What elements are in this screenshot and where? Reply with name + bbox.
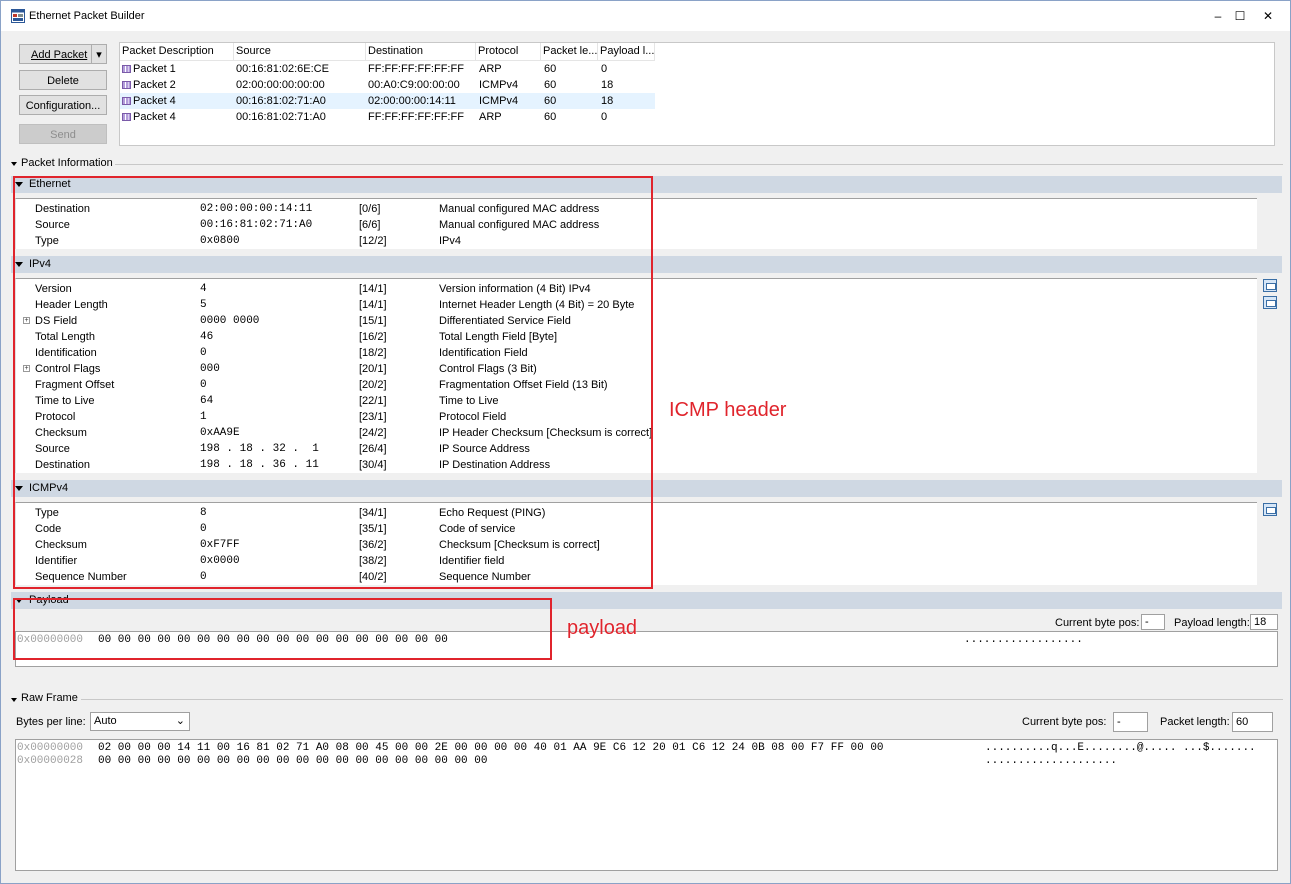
icmp-header-highlight [13, 176, 653, 589]
raw-current-byte-pos-field[interactable]: - [1113, 712, 1148, 732]
packet-list[interactable]: Packet Description Source Destination Pr… [119, 42, 1275, 146]
packet-length: 60 [544, 111, 557, 123]
packet-protocol: ICMPv4 [479, 79, 519, 91]
title-bar: Ethernet Packet Builder – ☐ ✕ [1, 1, 1290, 31]
payload-length: 18 [601, 95, 614, 107]
payload-annotation: payload [567, 617, 638, 639]
packet-description: Packet 4 [133, 95, 176, 107]
packet-icon [122, 81, 131, 89]
packet-protocol: ARP [479, 63, 502, 75]
close-button[interactable]: ✕ [1256, 7, 1280, 25]
packet-description: Packet 2 [133, 79, 176, 91]
icmp-header-annotation: ICMP header [669, 399, 787, 421]
packet-source: 00:16:81:02:71:A0 [236, 95, 326, 107]
raw-hex-line[interactable]: 00 00 00 00 00 00 00 00 00 00 00 00 00 0… [98, 755, 487, 767]
app-window: Ethernet Packet Builder – ☐ ✕ Add Packet… [0, 0, 1291, 884]
delete-button[interactable]: Delete [19, 70, 107, 90]
packet-protocol: ICMPv4 [479, 95, 519, 107]
view-icon[interactable] [1263, 503, 1277, 516]
bytes-per-line-value: Auto [94, 715, 117, 727]
collapse-packet-info-icon[interactable] [11, 162, 17, 166]
packet-length: 60 [544, 63, 557, 75]
divider [81, 699, 1283, 700]
col-payload-length[interactable]: Payload l... [598, 43, 655, 60]
add-packet-label: Add Packet [31, 49, 88, 61]
raw-offset: 0x00000028 [17, 755, 84, 767]
raw-offset: 0x00000000 [17, 742, 84, 754]
raw-ascii-line[interactable]: ..........q...E........@..... ...$......… [985, 742, 1256, 754]
col-packet-description[interactable]: Packet Description [120, 43, 234, 60]
payload-length: 0 [601, 111, 608, 123]
col-packet-length[interactable]: Packet le... [541, 43, 598, 60]
packet-icon [122, 97, 131, 105]
packet-icon [122, 65, 131, 73]
bytes-per-line-select[interactable]: Auto ⌄ [90, 712, 190, 731]
payload-highlight [13, 598, 552, 660]
payload-ascii[interactable]: .................. [964, 634, 1083, 646]
raw-ascii-line[interactable]: .................... [985, 755, 1117, 767]
packet-length: 60 [544, 95, 557, 107]
packet-row[interactable]: Packet 1 00:16:81:02:6E:CE FF:FF:FF:FF:F… [120, 61, 655, 77]
packet-description: Packet 1 [133, 63, 176, 75]
packet-row[interactable]: Packet 2 02:00:00:00:00:00 00:A0:C9:00:0… [120, 77, 655, 93]
payload-length-field[interactable]: 18 [1250, 614, 1278, 630]
packet-info-label: Packet Information [21, 157, 113, 169]
packet-source: 00:16:81:02:71:A0 [236, 111, 326, 123]
divider [115, 164, 1283, 165]
window-title: Ethernet Packet Builder [29, 10, 145, 22]
raw-hex-line[interactable]: 02 00 00 00 14 11 00 16 81 02 71 A0 08 0… [98, 742, 884, 754]
bytes-per-line-label: Bytes per line: [16, 716, 86, 728]
packet-list-header: Packet Description Source Destination Pr… [120, 43, 655, 61]
collapse-raw-frame-icon[interactable] [11, 698, 17, 702]
expand-all-icon[interactable] [1263, 296, 1277, 309]
packet-row-selected[interactable]: Packet 4 00:16:81:02:71:A0 02:00:00:00:1… [120, 93, 655, 109]
packet-length-label: Packet length: [1160, 716, 1230, 728]
packet-destination: 02:00:00:00:14:11 [368, 95, 456, 107]
view-icon[interactable] [1263, 279, 1277, 292]
packet-source: 02:00:00:00:00:00 [236, 79, 325, 91]
send-button[interactable]: Send [19, 124, 107, 144]
packet-row[interactable]: Packet 4 00:16:81:02:71:A0 FF:FF:FF:FF:F… [120, 109, 655, 125]
col-destination[interactable]: Destination [366, 43, 476, 60]
payload-length: 0 [601, 63, 608, 75]
configuration-button[interactable]: Configuration... [19, 95, 107, 115]
packet-destination: FF:FF:FF:FF:FF:FF [368, 63, 464, 75]
packet-description: Packet 4 [133, 111, 176, 123]
chevron-down-icon: ⌄ [175, 715, 185, 727]
packet-destination: 00:A0:C9:00:00:00 [368, 79, 460, 91]
payload-length: 18 [601, 79, 614, 91]
col-source[interactable]: Source [234, 43, 366, 60]
add-packet-dropdown-icon[interactable]: ▾ [91, 45, 106, 63]
payload-current-byte-pos-field[interactable]: - [1141, 614, 1165, 630]
raw-current-byte-pos-label: Current byte pos: [1022, 716, 1107, 728]
add-packet-button[interactable]: Add Packet ▾ [19, 44, 107, 64]
app-icon [11, 9, 25, 23]
raw-frame-hex-editor[interactable]: 0x00000000 02 00 00 00 14 11 00 16 81 02… [15, 739, 1278, 871]
packet-source: 00:16:81:02:6E:CE [236, 63, 329, 75]
packet-destination: FF:FF:FF:FF:FF:FF [368, 111, 464, 123]
packet-protocol: ARP [479, 111, 502, 123]
packet-length-field[interactable]: 60 [1232, 712, 1273, 732]
maximize-button[interactable]: ☐ [1228, 7, 1252, 25]
minimize-button[interactable]: – [1206, 7, 1230, 25]
raw-frame-label: Raw Frame [21, 692, 78, 704]
payload-length-label: Payload length: [1174, 617, 1250, 629]
col-protocol[interactable]: Protocol [476, 43, 541, 60]
packet-length: 60 [544, 79, 557, 91]
payload-current-byte-pos-label: Current byte pos: [1055, 617, 1140, 629]
packet-icon [122, 113, 131, 121]
